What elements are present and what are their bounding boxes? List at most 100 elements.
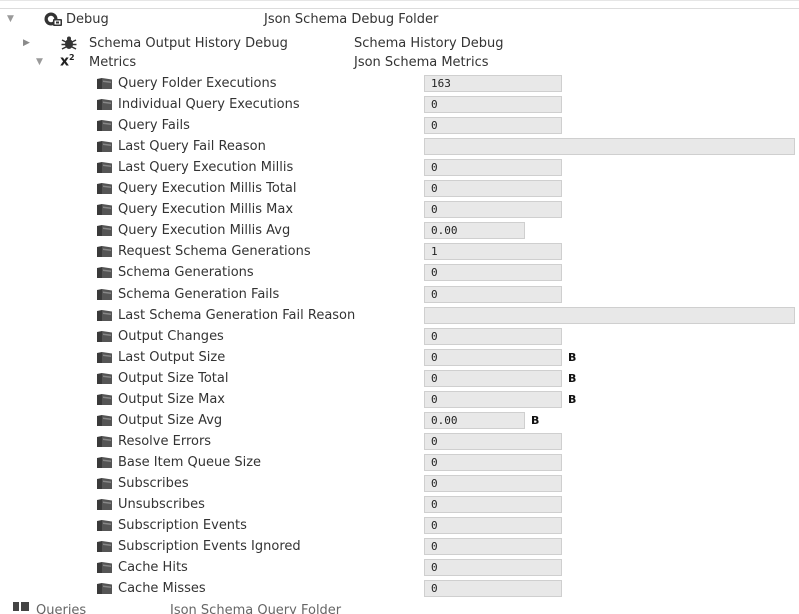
property-label: Cache Misses bbox=[118, 581, 206, 596]
property-label: Subscribes bbox=[118, 476, 189, 491]
property-value-field[interactable]: 0.00 bbox=[424, 222, 525, 239]
property-value-field[interactable]: 0 bbox=[424, 349, 562, 366]
property-row[interactable]: Subscription Events Ignored 0 bbox=[0, 536, 799, 557]
property-row[interactable]: Request Schema Generations 1 bbox=[0, 241, 799, 262]
folder-property-icon bbox=[97, 267, 112, 278]
property-label: Schema Generation Fails bbox=[118, 287, 280, 302]
property-value-field[interactable]: 0 bbox=[424, 286, 562, 303]
property-value-field[interactable]: 0 bbox=[424, 328, 562, 345]
tree-node-debug[interactable]: ▼ Debug Json Schema Debug Folder bbox=[0, 8, 799, 30]
property-value-field[interactable]: 0 bbox=[424, 159, 562, 176]
property-row[interactable]: Resolve Errors 0 bbox=[0, 431, 799, 452]
debug-folder-icon bbox=[44, 12, 62, 26]
property-unit: B bbox=[531, 414, 540, 427]
property-row[interactable]: Query Execution Millis Avg 0.00 bbox=[0, 220, 799, 241]
property-row[interactable]: Last Schema Generation Fail Reason bbox=[0, 305, 799, 326]
property-label: Query Folder Executions bbox=[118, 76, 277, 91]
history-label: Schema Output History Debug bbox=[89, 36, 288, 51]
folder-property-icon bbox=[97, 120, 112, 131]
metrics-label: Metrics bbox=[89, 55, 137, 70]
property-row[interactable]: Output Size Avg 0.00 B bbox=[0, 410, 799, 431]
property-label: Unsubscribes bbox=[118, 497, 205, 512]
property-value-field[interactable]: 0 bbox=[424, 391, 562, 408]
tree-node-metrics[interactable]: ▼ x2 Metrics Json Schema Metrics bbox=[0, 52, 799, 73]
property-row[interactable]: Subscription Events 0 bbox=[0, 515, 799, 536]
tree-node-history[interactable]: ▶ Schema Output History Debug Schema His… bbox=[0, 33, 799, 54]
property-row[interactable]: Query Folder Executions 163 bbox=[0, 73, 799, 94]
property-value-field[interactable]: 0 bbox=[424, 117, 562, 134]
property-unit: B bbox=[568, 351, 577, 364]
property-label: Query Execution Millis Max bbox=[118, 202, 294, 217]
property-row[interactable]: Output Size Max 0 B bbox=[0, 389, 799, 410]
folder-property-icon bbox=[97, 457, 112, 468]
property-value-field[interactable]: 0 bbox=[424, 201, 562, 218]
property-row[interactable]: Schema Generations 0 bbox=[0, 262, 799, 283]
property-unit: B bbox=[568, 393, 577, 406]
property-label: Query Execution Millis Avg bbox=[118, 223, 291, 238]
property-row[interactable]: Output Size Total 0 B bbox=[0, 368, 799, 389]
folder-property-icon bbox=[97, 373, 112, 384]
bug-icon bbox=[61, 36, 77, 50]
property-row[interactable]: Subscribes 0 bbox=[0, 473, 799, 494]
property-value-field[interactable]: 0 bbox=[424, 264, 562, 281]
tree-node-queries[interactable]: Queries Json Schema Query Folder bbox=[0, 602, 799, 614]
property-value-field[interactable] bbox=[424, 138, 795, 155]
property-value-field[interactable]: 0 bbox=[424, 454, 562, 471]
property-row[interactable]: Cache Misses 0 bbox=[0, 578, 799, 599]
folder-property-icon bbox=[97, 289, 112, 300]
property-row[interactable]: Last Output Size 0 B bbox=[0, 347, 799, 368]
property-value-field[interactable]: 0 bbox=[424, 370, 562, 387]
property-value-field[interactable]: 1 bbox=[424, 243, 562, 260]
folder-property-icon bbox=[97, 183, 112, 194]
folder-property-icon bbox=[97, 583, 112, 594]
property-label: Subscription Events Ignored bbox=[118, 539, 301, 554]
property-row[interactable]: Query Execution Millis Max 0 bbox=[0, 199, 799, 220]
property-value-field[interactable]: 0.00 bbox=[424, 412, 525, 429]
folder-property-icon bbox=[97, 478, 112, 489]
folder-property-icon bbox=[97, 562, 112, 573]
folder-property-icon bbox=[97, 394, 112, 405]
property-row[interactable]: Base Item Queue Size 0 bbox=[0, 452, 799, 473]
expand-triangle-icon[interactable]: ▼ bbox=[7, 9, 14, 30]
folder-property-icon bbox=[97, 162, 112, 173]
property-row[interactable]: Query Fails 0 bbox=[0, 115, 799, 136]
property-row[interactable]: Last Query Fail Reason bbox=[0, 136, 799, 157]
folder-property-icon bbox=[97, 541, 112, 552]
property-label: Last Query Fail Reason bbox=[118, 139, 266, 154]
property-value-field[interactable]: 0 bbox=[424, 96, 562, 113]
property-label: Base Item Queue Size bbox=[118, 455, 262, 470]
folder-property-icon bbox=[97, 99, 112, 110]
x-squared-icon: x2 bbox=[60, 53, 75, 70]
property-row[interactable]: Unsubscribes 0 bbox=[0, 494, 799, 515]
collapsed-triangle-icon[interactable]: ▶ bbox=[23, 33, 30, 54]
debug-label: Debug bbox=[66, 12, 109, 27]
folder-property-icon bbox=[97, 141, 112, 152]
folder-property-icon bbox=[97, 246, 112, 257]
property-row[interactable]: Query Execution Millis Total 0 bbox=[0, 178, 799, 199]
property-value-field[interactable]: 0 bbox=[424, 475, 562, 492]
property-value-field[interactable]: 0 bbox=[424, 496, 562, 513]
property-label: Individual Query Executions bbox=[118, 97, 300, 112]
property-row[interactable]: Individual Query Executions 0 bbox=[0, 94, 799, 115]
property-value-field[interactable]: 0 bbox=[424, 180, 562, 197]
expand-triangle-icon[interactable]: ▼ bbox=[36, 52, 43, 73]
property-row[interactable]: Output Changes 0 bbox=[0, 326, 799, 347]
history-type: Schema History Debug bbox=[354, 36, 504, 51]
property-label: Cache Hits bbox=[118, 560, 188, 575]
debug-type: Json Schema Debug Folder bbox=[264, 12, 439, 27]
property-row[interactable]: Cache Hits 0 bbox=[0, 557, 799, 578]
property-value-field[interactable]: 0 bbox=[424, 538, 562, 555]
folder-property-icon bbox=[97, 499, 112, 510]
property-value-field[interactable]: 0 bbox=[424, 433, 562, 450]
property-row[interactable]: Last Query Execution Millis 0 bbox=[0, 157, 799, 178]
property-value-field[interactable]: 163 bbox=[424, 75, 562, 92]
property-label: Request Schema Generations bbox=[118, 244, 311, 259]
property-label: Last Output Size bbox=[118, 350, 226, 365]
property-row[interactable]: Schema Generation Fails 0 bbox=[0, 284, 799, 305]
property-value-field[interactable]: 0 bbox=[424, 559, 562, 576]
folder-property-icon bbox=[97, 204, 112, 215]
property-value-field[interactable]: 0 bbox=[424, 580, 562, 597]
property-value-field[interactable] bbox=[424, 307, 795, 324]
property-value-field[interactable]: 0 bbox=[424, 517, 562, 534]
property-label: Last Schema Generation Fail Reason bbox=[118, 308, 356, 323]
